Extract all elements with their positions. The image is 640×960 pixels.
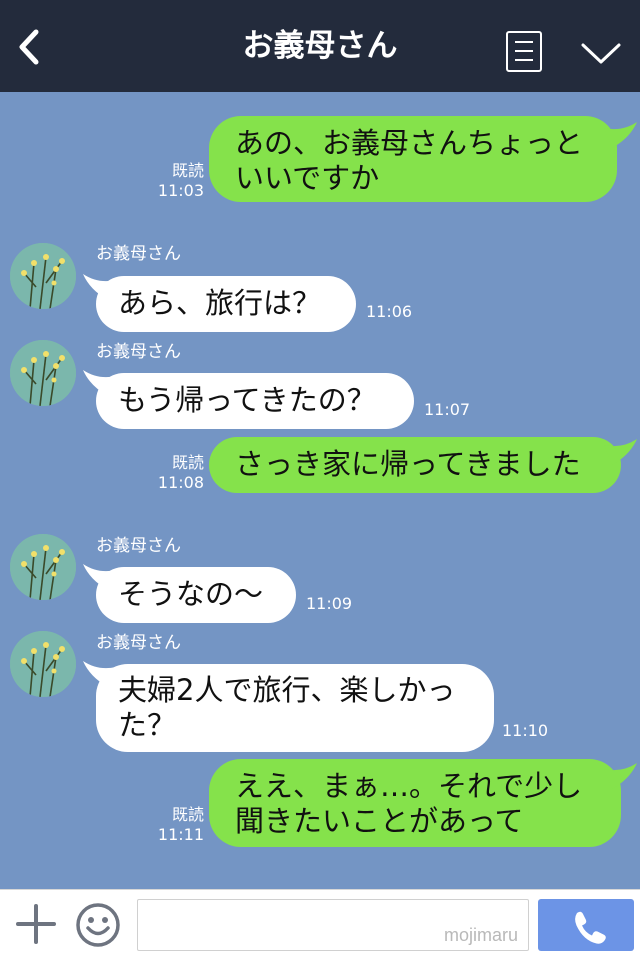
expand-button[interactable]	[578, 38, 624, 68]
bubble-tail	[604, 439, 637, 465]
message-time: 11:03	[157, 181, 204, 200]
menu-button[interactable]	[506, 31, 542, 72]
message-text: あら、旅行は？	[118, 286, 322, 320]
read-receipt: 既読	[171, 161, 204, 180]
read-receipt: 既読	[171, 453, 204, 472]
message-time: 11:09	[306, 594, 353, 613]
message-text: もう帰ってきたの？	[118, 383, 376, 417]
bubble-tail	[604, 122, 637, 148]
message-meta: 既読 11:03	[150, 161, 204, 201]
call-button[interactable]	[538, 899, 634, 951]
watermark: mojimaru	[443, 925, 518, 945]
emoji-button[interactable]	[75, 902, 121, 948]
avatar[interactable]	[10, 631, 76, 697]
sender-name: お義母さん	[96, 342, 181, 362]
avatar-image	[10, 243, 76, 309]
avatar-image	[10, 340, 76, 406]
message-text: いいですか	[235, 161, 380, 195]
list-icon	[515, 41, 533, 43]
message-text: そうなの〜	[118, 577, 264, 611]
avatar[interactable]	[10, 243, 76, 309]
message-list[interactable]: 既読 11:03 あの、お義母さんちょっと いいですか お義母さん あら、旅行は…	[0, 92, 640, 889]
sender-name: お義母さん	[96, 633, 181, 653]
list-icon	[515, 59, 533, 61]
message-meta: 既読 11:11	[150, 805, 204, 845]
message-time: 11:10	[502, 721, 549, 740]
message-text: あの、お義母さんちょっと	[235, 126, 584, 160]
message-text: 聞きたいことがあって	[235, 804, 524, 838]
composer-bar: mojimaru	[0, 889, 640, 960]
message-text: 夫婦2人で旅行、楽しかっ	[118, 673, 456, 707]
avatar-image	[10, 631, 76, 697]
chat-title: お義母さん	[242, 28, 398, 64]
avatar[interactable]	[10, 534, 76, 600]
add-button[interactable]	[16, 904, 56, 944]
avatar[interactable]	[10, 340, 76, 406]
my-message-bubble[interactable]: さっき家に帰ってきました	[209, 437, 621, 493]
message-time: 11:06	[366, 302, 413, 321]
smiley-icon	[76, 903, 120, 947]
sender-name: お義母さん	[96, 536, 181, 556]
their-message-bubble[interactable]: 夫婦2人で旅行、楽しかっ た？	[96, 664, 494, 752]
message-meta: 既読 11:08	[150, 453, 204, 493]
plus-icon	[16, 904, 56, 944]
message-text: た？	[118, 708, 177, 742]
message-time: 11:08	[157, 473, 204, 492]
avatar-image	[10, 534, 76, 600]
their-message-bubble[interactable]: あら、旅行は？	[96, 276, 356, 332]
my-message-bubble[interactable]: ええ、まぁ…。それで少し 聞きたいことがあって	[209, 759, 621, 847]
message-time: 11:07	[424, 400, 471, 419]
message-input[interactable]: mojimaru	[137, 899, 529, 951]
sender-name: お義母さん	[96, 244, 181, 264]
their-message-bubble[interactable]: もう帰ってきたの？	[96, 373, 414, 429]
read-receipt: 既読	[171, 805, 204, 824]
bubble-tail	[604, 763, 637, 789]
message-text: さっき家に帰ってきました	[235, 447, 581, 481]
list-icon	[515, 50, 533, 52]
chat-header: お義母さん	[0, 0, 640, 92]
my-message-bubble[interactable]: あの、お義母さんちょっと いいですか	[209, 116, 617, 202]
phone-icon	[575, 911, 606, 944]
message-text: ええ、まぁ…。それで少し	[235, 769, 583, 803]
chevron-down-icon	[581, 43, 621, 64]
their-message-bubble[interactable]: そうなの〜	[96, 567, 296, 623]
message-time: 11:11	[157, 825, 204, 844]
